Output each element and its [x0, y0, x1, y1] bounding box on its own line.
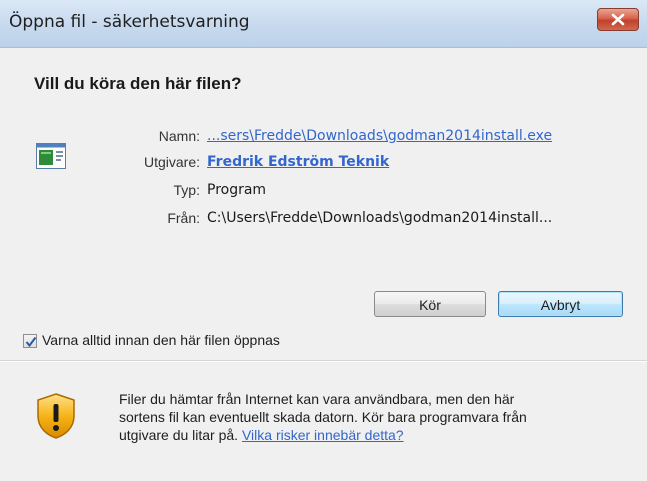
from-label: Från: — [167, 210, 200, 226]
warning-line-2: sortens fil kan eventuellt skada datorn.… — [119, 409, 527, 425]
from-value: C:\Users\Fredde\Downloads\godman2014inst… — [207, 210, 553, 226]
name-label: Namn: — [158, 128, 200, 144]
type-value: Program — [207, 182, 267, 198]
file-name-link[interactable]: ...sers\Fredde\Downloads\godman2014insta… — [207, 128, 552, 144]
window-title: Öppna fil - säkerhetsvarning — [9, 12, 250, 32]
cancel-button[interactable]: Avbryt — [498, 291, 623, 317]
warning-footer: Filer du hämtar från Internet kan vara a… — [0, 362, 647, 481]
warning-message: Filer du hämtar från Internet kan vara a… — [119, 390, 619, 444]
type-label: Typ: — [173, 182, 200, 198]
close-icon — [611, 13, 625, 26]
always-warn-checkbox[interactable] — [23, 334, 37, 348]
dialog-content: Vill du köra den här filen? Namn: ...ser… — [0, 48, 647, 360]
dialog-heading: Vill du köra den här filen? — [34, 74, 242, 93]
checkmark-icon — [25, 336, 37, 348]
close-button[interactable] — [597, 8, 639, 31]
warning-line-1: Filer du hämtar från Internet kan vara a… — [119, 391, 515, 407]
run-button[interactable]: Kör — [374, 291, 486, 317]
publisher-label: Utgivare: — [143, 154, 200, 170]
title-bar[interactable]: Öppna fil - säkerhetsvarning — [0, 0, 647, 48]
warning-line-3: utgivare du litar på. Vilka risker inneb… — [119, 426, 619, 444]
publisher-link[interactable]: Fredrik Edström Teknik — [207, 154, 389, 170]
warning-line-3-text: utgivare du litar på. — [119, 427, 239, 443]
always-warn-label[interactable]: Varna alltid innan den här filen öppnas — [42, 332, 280, 348]
risks-link[interactable]: Vilka risker innebär detta? — [242, 427, 404, 443]
warning-shield-icon — [37, 393, 75, 439]
security-warning-dialog: Öppna fil - säkerhetsvarning Vill du kör… — [0, 0, 647, 481]
